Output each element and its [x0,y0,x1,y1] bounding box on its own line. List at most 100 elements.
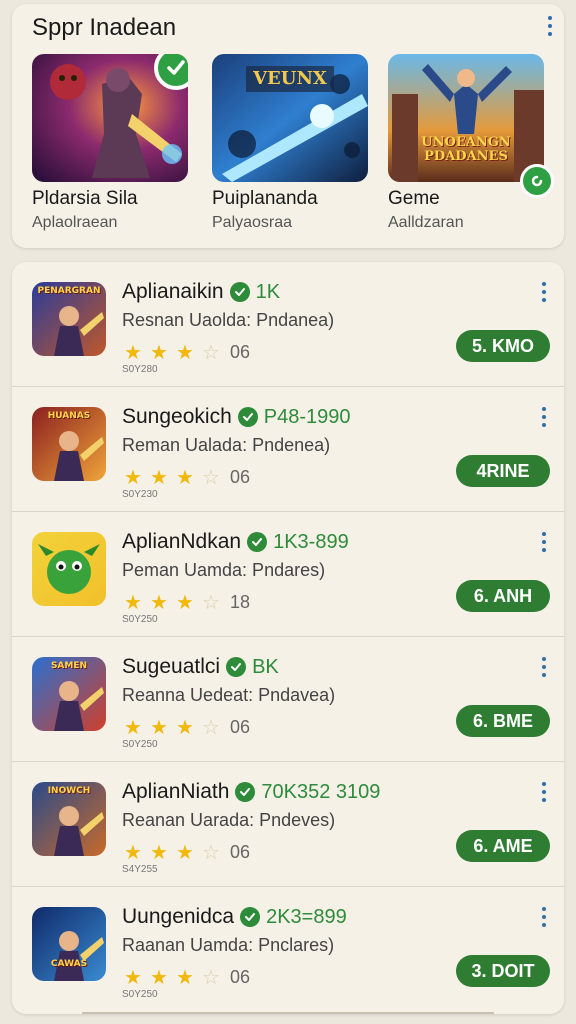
star-filled-icon: ★ [150,717,168,739]
verified-icon [237,407,258,427]
rating-count: 06 [230,342,251,362]
star-empty-icon: ☆ [202,342,220,364]
featured-item-subtitle: Aalldzaran [388,214,464,231]
featured-item-name: Pldarsia Sila [32,188,138,209]
app-stat: BK [252,655,279,678]
star-filled-icon: ★ [150,467,168,489]
featured-thumbnail[interactable]: UNOEANGN PDADANES [388,54,544,182]
star-filled-icon: ★ [124,592,142,614]
app-subtitle: Raanan Uamda: Pnclares) [122,935,335,955]
app-meta: S0Y280 [122,364,158,375]
install-button[interactable]: 6. ANH [456,580,550,612]
rating-stars: ★ ★ ★ ☆ 06 [122,340,250,365]
more-options-icon[interactable] [544,16,556,36]
rating-stars: ★ ★ ★ ☆ 06 [122,965,250,990]
app-icon[interactable]: INOWCH [32,782,106,856]
star-filled-icon: ★ [150,342,168,364]
app-list-item[interactable]: INOWCH AplianNiath 70K352 3109 Reanan Uarad… [12,762,564,887]
featured-item-3[interactable]: UNOEANGN PDADANES Geme Aalldzaran [388,54,554,232]
app-subtitle: Peman Uamda: Pndares) [122,560,326,580]
more-options-icon[interactable] [538,532,550,552]
app-icon[interactable]: SAMEN [32,657,106,731]
verified-icon [226,657,247,677]
star-filled-icon: ★ [176,467,194,489]
more-options-icon[interactable] [538,407,550,427]
app-title-row: Sugeuatlci BK [122,655,279,679]
install-button[interactable]: 6. AME [456,830,550,862]
app-meta: S0Y250 [122,739,158,750]
app-stat: 1K [255,280,281,303]
featured-section: Sppr Inadean Pldarsia Sila Aplaolraean V… [12,4,564,248]
app-title-row: AplianNiath 70K352 3109 [122,780,380,804]
app-icon-text: PENARGRAN [37,286,101,296]
featured-item-subtitle: Palyaosraa [212,214,293,231]
app-subtitle: Resnan Uaolda: Pndanea) [122,310,335,330]
app-icon[interactable]: CAWAS [32,907,106,981]
app-name[interactable]: AplianNiath [122,780,229,804]
app-title-row: Sungeokich P48-1990 [122,405,351,429]
app-list-item[interactable]: HUANAS Sungeokich P48-1990 Reman Ualada: Pn… [12,387,564,512]
app-list-item[interactable]: PENARGRAN Aplianaikin 1K Resnan Uaolda: Pnd… [12,262,564,387]
star-filled-icon: ★ [176,717,194,739]
rating-count: 18 [230,592,251,612]
rating-stars: ★ ★ ★ ☆ 06 [122,840,250,865]
app-subtitle: Reanna Uedeat: Pndavea) [122,685,336,705]
rating-stars: ★ ★ ★ ☆ 06 [122,715,250,740]
app-meta: S0Y250 [122,614,158,625]
star-filled-icon: ★ [150,842,168,864]
app-name[interactable]: Aplianaikin [122,280,224,304]
app-stat: 2K3=899 [266,905,347,928]
app-list-item[interactable]: SAMEN Sugeuatlci BK Reanna Uedeat: Pndavea)… [12,637,564,762]
star-empty-icon: ☆ [202,967,220,989]
featured-item-subtitle: Aplaolraean [32,214,118,231]
featured-item-1[interactable]: Pldarsia Sila Aplaolraean [32,54,188,232]
app-name[interactable]: Sungeokich [122,405,232,429]
app-icon[interactable]: HUANAS [32,407,106,481]
star-filled-icon: ★ [150,967,168,989]
star-empty-icon: ☆ [202,717,220,739]
app-icon[interactable] [32,532,106,606]
star-filled-icon: ★ [124,467,142,489]
app-meta: S0Y230 [122,489,158,500]
rating-stars: ★ ★ ★ ☆ 18 [122,590,250,615]
verified-icon [229,282,250,302]
star-empty-icon: ☆ [202,592,220,614]
more-options-icon[interactable] [538,282,550,302]
featured-item-2[interactable]: VEUNX Puiplananda Palyaosraa [212,54,368,232]
app-meta: S0Y250 [122,989,158,1000]
star-filled-icon: ★ [150,592,168,614]
more-options-icon[interactable] [538,657,550,677]
featured-art-text: UNOEANGN PDADANES [421,135,511,164]
app-stat: P48-1990 [263,405,351,428]
star-empty-icon: ☆ [202,842,220,864]
app-subtitle: Reman Ualada: Pndenea) [122,435,331,455]
more-options-icon[interactable] [538,782,550,802]
more-options-icon[interactable] [538,907,550,927]
featured-thumbnail[interactable] [32,54,188,182]
app-icon[interactable]: PENARGRAN [32,282,106,356]
app-stat: 1K3-899 [273,530,349,553]
app-title-row: AplianNdkan 1K3-899 [122,530,349,554]
rating-count: 06 [230,842,251,862]
featured-thumbnail[interactable]: VEUNX [212,54,368,182]
app-name[interactable]: AplianNdkan [122,530,241,554]
rating-count: 06 [230,467,251,487]
divider [82,1012,494,1014]
refresh-icon [520,164,554,198]
install-button[interactable]: 3. DOIT [456,955,550,987]
install-button[interactable]: 5. KMO [456,330,550,362]
verified-icon [247,532,268,552]
app-icon-text: SAMEN [50,661,88,671]
featured-art-text: VEUNX [253,68,327,89]
app-meta: S4Y255 [122,864,158,875]
install-button[interactable]: 4RINE [456,455,550,487]
star-filled-icon: ★ [176,342,194,364]
app-name[interactable]: Sugeuatlci [122,655,220,679]
app-icon-text: HUANAS [47,411,91,421]
app-list-item[interactable]: CAWAS Uungenidca 2K3=899 Raanan Uamda: Pncl… [12,887,564,1012]
app-name[interactable]: Uungenidca [122,905,234,929]
star-filled-icon: ★ [124,967,142,989]
app-list: PENARGRAN Aplianaikin 1K Resnan Uaolda: Pnd… [12,262,564,1014]
app-list-item[interactable]: AplianNdkan 1K3-899 Peman Uamda: Pndares) ★… [12,512,564,637]
install-button[interactable]: 6. BME [456,705,550,737]
